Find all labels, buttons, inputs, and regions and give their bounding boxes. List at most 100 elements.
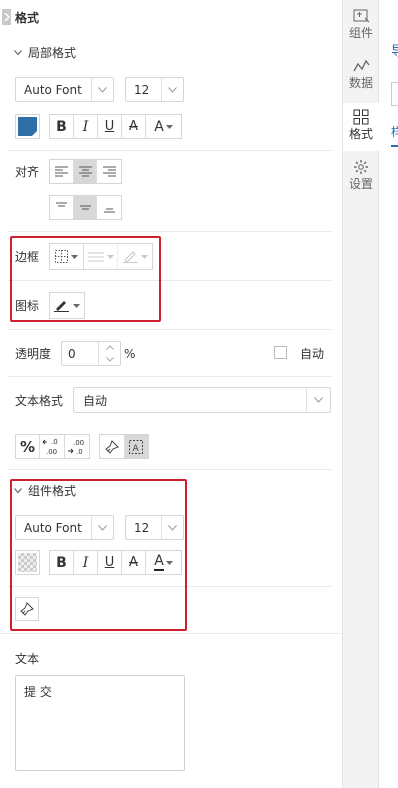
widget-format-title: 组件格式 (28, 484, 77, 498)
underline-icon: U (104, 119, 115, 134)
divider (8, 469, 332, 470)
grid-icon (353, 109, 369, 125)
decrease-decimal-icon: .0.00 (42, 438, 58, 456)
widget-format-painter-button[interactable] (15, 597, 39, 621)
caret-down-icon (165, 560, 173, 565)
dropdown-arrow (306, 388, 330, 412)
align-right-button[interactable] (97, 160, 121, 183)
bold-button[interactable]: B (50, 551, 74, 574)
font-size-select[interactable]: 12 (125, 77, 184, 102)
side-rail: 组件 数据 格式 设置 (343, 0, 379, 788)
svg-text:.0: .0 (76, 448, 83, 456)
italic-icon: I (82, 118, 89, 135)
fill-color-button[interactable] (15, 114, 40, 139)
widget-fill-color-button[interactable] (15, 550, 40, 575)
widget-font-family-select[interactable]: Auto Font (15, 515, 114, 540)
chevron-down-icon[interactable] (105, 356, 114, 362)
fill-color-swatch (18, 117, 37, 136)
divider (8, 231, 332, 232)
font-color-icon: A (154, 553, 164, 571)
italic-button[interactable]: I (74, 115, 98, 138)
percent-button[interactable]: % (16, 435, 40, 458)
underline-button[interactable]: U (98, 551, 122, 574)
align-right-icon (102, 166, 116, 177)
text-frame-icon: A (129, 439, 144, 454)
border-style-button[interactable] (50, 244, 84, 269)
font-color-button[interactable]: A (146, 551, 181, 574)
font-family-select[interactable]: Auto Font (15, 77, 114, 102)
opacity-stepper[interactable] (98, 342, 120, 365)
chevron-up-icon[interactable] (105, 345, 114, 351)
align-bottom-icon (103, 208, 115, 213)
component-icon (353, 9, 369, 23)
dropdown-arrow (161, 78, 183, 101)
font-color-button[interactable]: A (146, 115, 181, 138)
rail-item-data[interactable]: 数据 (343, 59, 379, 90)
widget-format-toggle[interactable]: 组件格式 (14, 483, 114, 499)
chevron-down-icon (14, 50, 22, 56)
svg-text:A: A (133, 444, 140, 454)
opacity-value: 0 (68, 347, 76, 361)
bold-icon: B (56, 554, 67, 571)
italic-button[interactable]: I (74, 551, 98, 574)
widget-text-style-group: B I U A A (49, 550, 182, 575)
text-format-label: 文本格式 (15, 394, 64, 408)
divider (8, 280, 332, 281)
text-textarea[interactable]: 提 交 (15, 675, 185, 771)
align-left-icon (54, 166, 68, 177)
rail-label: 数据 (348, 76, 373, 90)
strikethrough-button[interactable]: A (122, 551, 146, 574)
align-center-button[interactable] (73, 160, 98, 183)
font-family-value: Auto Font (24, 83, 82, 97)
bold-button[interactable]: B (50, 115, 74, 138)
bold-icon: B (56, 118, 67, 135)
increase-decimal-icon: .00.0 (68, 439, 84, 456)
rail-item-format[interactable]: 格式 (343, 103, 379, 151)
border-line-button[interactable] (84, 244, 118, 269)
chevron-down-icon (314, 397, 323, 403)
strikethrough-icon: A (129, 555, 138, 570)
align-top-icon (55, 202, 67, 207)
strikethrough-button[interactable]: A (122, 115, 146, 138)
rail-item-components[interactable]: 组件 (343, 9, 379, 40)
format-panel: 格式 局部格式 Auto Font 12 B I U A A 对齐 边框 图标 … (0, 0, 343, 788)
text-format-select[interactable]: 自动 (73, 387, 331, 413)
align-bottom-button[interactable] (97, 196, 121, 219)
local-format-toggle[interactable]: 局部格式 (14, 45, 114, 61)
horizontal-align-group (49, 159, 122, 184)
text-box-button[interactable]: A (124, 435, 148, 458)
rail-item-settings[interactable]: 设置 (343, 159, 379, 191)
text-label: 文本 (15, 652, 40, 666)
widget-font-size-select[interactable]: 12 (125, 515, 184, 540)
edge-input[interactable] (391, 82, 398, 106)
align-top-button[interactable] (50, 196, 74, 219)
canvas-edge: 导 样 (379, 0, 398, 788)
decrease-decimal-button[interactable]: .0.00 (40, 435, 65, 458)
pen-icon (122, 251, 138, 263)
number-format-group: % .0.00 .00.0 (15, 434, 90, 459)
rail-label: 组件 (348, 26, 373, 40)
increase-decimal-button[interactable]: .00.0 (65, 435, 89, 458)
opacity-label: 透明度 (15, 347, 52, 361)
align-left-button[interactable] (50, 160, 74, 183)
icon-color-button[interactable] (49, 292, 85, 319)
collapse-toggle[interactable] (2, 9, 11, 25)
edge-tab[interactable]: 样 (391, 124, 398, 140)
brush-group: A (99, 434, 149, 459)
format-brush-icon (104, 439, 119, 454)
divider (8, 376, 332, 377)
border-grid-icon (55, 250, 68, 263)
line-style-icon (87, 252, 104, 262)
underline-button[interactable]: U (98, 115, 122, 138)
auto-checkbox[interactable] (274, 346, 287, 359)
align-center-icon (78, 166, 92, 177)
format-painter-button[interactable] (100, 435, 125, 458)
opacity-input[interactable]: 0 (61, 341, 121, 366)
line-chart-icon (352, 59, 370, 72)
svg-text:.00: .00 (46, 448, 57, 456)
opacity-unit: % (124, 347, 136, 361)
widget-font-family-value: Auto Font (24, 521, 82, 535)
border-color-button[interactable] (118, 244, 152, 269)
gear-icon (354, 160, 368, 174)
align-middle-button[interactable] (73, 196, 98, 219)
